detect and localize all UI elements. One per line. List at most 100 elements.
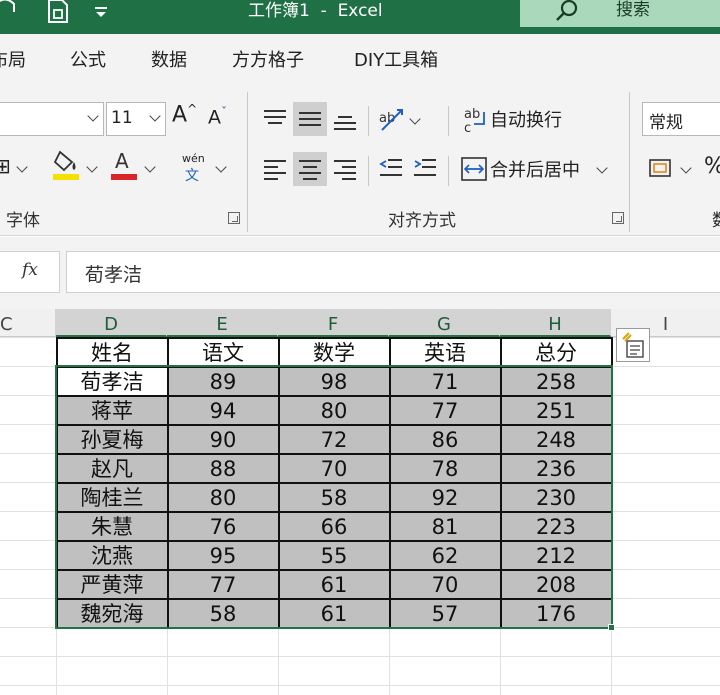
quick-analysis-button[interactable] (616, 328, 650, 362)
orientation-icon[interactable]: ab (378, 106, 406, 138)
formula-input[interactable]: 荀孝洁 (66, 251, 720, 293)
table-cell[interactable]: 95 (168, 541, 278, 569)
percent-style-icon[interactable]: % (704, 154, 720, 179)
spreadsheet-grid[interactable]: C D E F G H I 姓名 语文 数学 英语 总分 荀孝洁 89 98 71 258 蒋苹 94 80 77 251… (0, 309, 720, 695)
merge-center-icon[interactable] (460, 156, 488, 186)
fill-color-icon[interactable] (52, 148, 82, 186)
customize-toolbar-icon[interactable] (94, 2, 108, 30)
column-header-c[interactable]: C (0, 309, 56, 337)
table-cell[interactable]: 严黄萍 (57, 570, 167, 598)
chevron-down-icon[interactable] (409, 113, 421, 125)
chevron-down-icon[interactable] (144, 161, 156, 173)
table-cell[interactable]: 58 (279, 483, 389, 511)
column-header-g[interactable]: G (389, 309, 500, 337)
table-cell[interactable]: 蒋苹 (57, 396, 167, 424)
table-cell[interactable]: 251 (501, 396, 611, 424)
table-cell[interactable]: 90 (168, 425, 278, 453)
undo-icon[interactable] (0, 0, 20, 26)
alignment-dialog-launcher-icon[interactable] (612, 212, 624, 224)
table-cell[interactable]: 76 (168, 512, 278, 540)
table-cell[interactable]: 71 (390, 367, 500, 395)
align-middle-icon[interactable] (293, 102, 327, 136)
table-cell[interactable]: 223 (501, 512, 611, 540)
table-cell[interactable]: 57 (390, 599, 500, 627)
wrap-text-label[interactable]: 自动换行 (490, 106, 562, 132)
table-cell[interactable]: 70 (390, 570, 500, 598)
table-cell[interactable]: 86 (390, 425, 500, 453)
column-header-f[interactable]: F (278, 309, 389, 337)
column-header-d[interactable]: D (56, 309, 167, 337)
search-box[interactable]: 搜索 (520, 0, 720, 27)
table-cell[interactable]: 81 (390, 512, 500, 540)
number-format-box[interactable]: 常规 (642, 102, 720, 136)
table-cell[interactable]: 176 (501, 599, 611, 627)
table-cell[interactable]: 258 (501, 367, 611, 395)
table-cell[interactable]: 62 (390, 541, 500, 569)
table-cell[interactable]: 朱慧 (57, 512, 167, 540)
table-cell[interactable]: 58 (168, 599, 278, 627)
column-header-e[interactable]: E (167, 309, 278, 337)
wrap-text-icon[interactable]: ab c (462, 106, 488, 138)
chevron-down-icon[interactable] (680, 162, 692, 174)
table-cell[interactable]: 66 (279, 512, 389, 540)
table-header-cell[interactable]: 数学 (279, 338, 389, 366)
table-cell[interactable]: 208 (501, 570, 611, 598)
table-cell[interactable]: 61 (279, 570, 389, 598)
table-cell[interactable]: 赵凡 (57, 454, 167, 482)
align-center-icon[interactable] (293, 152, 327, 186)
font-dialog-launcher-icon[interactable] (228, 212, 240, 224)
phonetic-guide-icon[interactable]: wén 文 (176, 152, 212, 188)
table-cell[interactable]: 89 (168, 367, 278, 395)
chevron-down-icon[interactable] (86, 161, 98, 173)
tab-formulas[interactable]: 公式 (70, 46, 106, 72)
table-cell[interactable]: 55 (279, 541, 389, 569)
increase-font-icon[interactable]: A^ (172, 102, 197, 127)
insert-function-button[interactable]: fx (0, 251, 60, 293)
align-bottom-icon[interactable] (328, 102, 362, 136)
chevron-down-icon[interactable] (16, 161, 28, 173)
table-cell[interactable]: 236 (501, 454, 611, 482)
table-cell[interactable]: 70 (279, 454, 389, 482)
table-cell[interactable]: 80 (279, 396, 389, 424)
tab-data[interactable]: 数据 (151, 46, 187, 72)
tab-diy-toolbox[interactable]: DIY工具箱 (354, 46, 438, 72)
decrease-font-icon[interactable]: Aˇ (208, 105, 227, 128)
table-header-cell[interactable]: 英语 (390, 338, 500, 366)
table-cell[interactable]: 孙夏梅 (57, 425, 167, 453)
tab-page-layout[interactable]: 布局 (0, 46, 26, 72)
table-cell[interactable]: 78 (390, 454, 500, 482)
chevron-down-icon[interactable] (215, 161, 227, 173)
table-cell[interactable]: 陶桂兰 (57, 483, 167, 511)
table-cell[interactable]: 魏宛海 (57, 599, 167, 627)
table-cell[interactable]: 61 (279, 599, 389, 627)
table-cell[interactable]: 94 (168, 396, 278, 424)
font-name-box[interactable] (0, 102, 104, 136)
table-cell[interactable]: 77 (390, 396, 500, 424)
table-cell[interactable]: 230 (501, 483, 611, 511)
accounting-format-icon[interactable] (648, 156, 674, 186)
fill-handle[interactable] (608, 624, 615, 631)
merge-center-label[interactable]: 合并后居中 (490, 156, 580, 182)
table-cell[interactable]: 92 (390, 483, 500, 511)
table-cell[interactable]: 248 (501, 425, 611, 453)
column-header-h[interactable]: H (500, 309, 611, 337)
chevron-down-icon[interactable] (596, 162, 608, 174)
tab-fangfangezi[interactable]: 方方格子 (232, 46, 304, 72)
align-left-icon[interactable] (258, 152, 292, 186)
align-top-icon[interactable] (258, 102, 292, 136)
table-header-cell[interactable]: 语文 (168, 338, 278, 366)
table-header-cell[interactable]: 总分 (501, 338, 611, 366)
table-cell[interactable]: 80 (168, 483, 278, 511)
table-cell[interactable]: 72 (279, 425, 389, 453)
table-cell[interactable]: 荀孝洁 (57, 367, 167, 395)
table-cell[interactable]: 212 (501, 541, 611, 569)
table-cell[interactable]: 77 (168, 570, 278, 598)
table-cell[interactable]: 88 (168, 454, 278, 482)
font-size-box[interactable]: 11 (106, 102, 166, 136)
save-file-icon[interactable] (44, 0, 72, 26)
align-right-icon[interactable] (328, 152, 362, 186)
borders-icon[interactable]: ⊞ (0, 154, 11, 178)
table-cell[interactable]: 沈燕 (57, 541, 167, 569)
font-color-icon[interactable]: A (110, 148, 138, 186)
table-header-cell[interactable]: 姓名 (57, 338, 167, 366)
